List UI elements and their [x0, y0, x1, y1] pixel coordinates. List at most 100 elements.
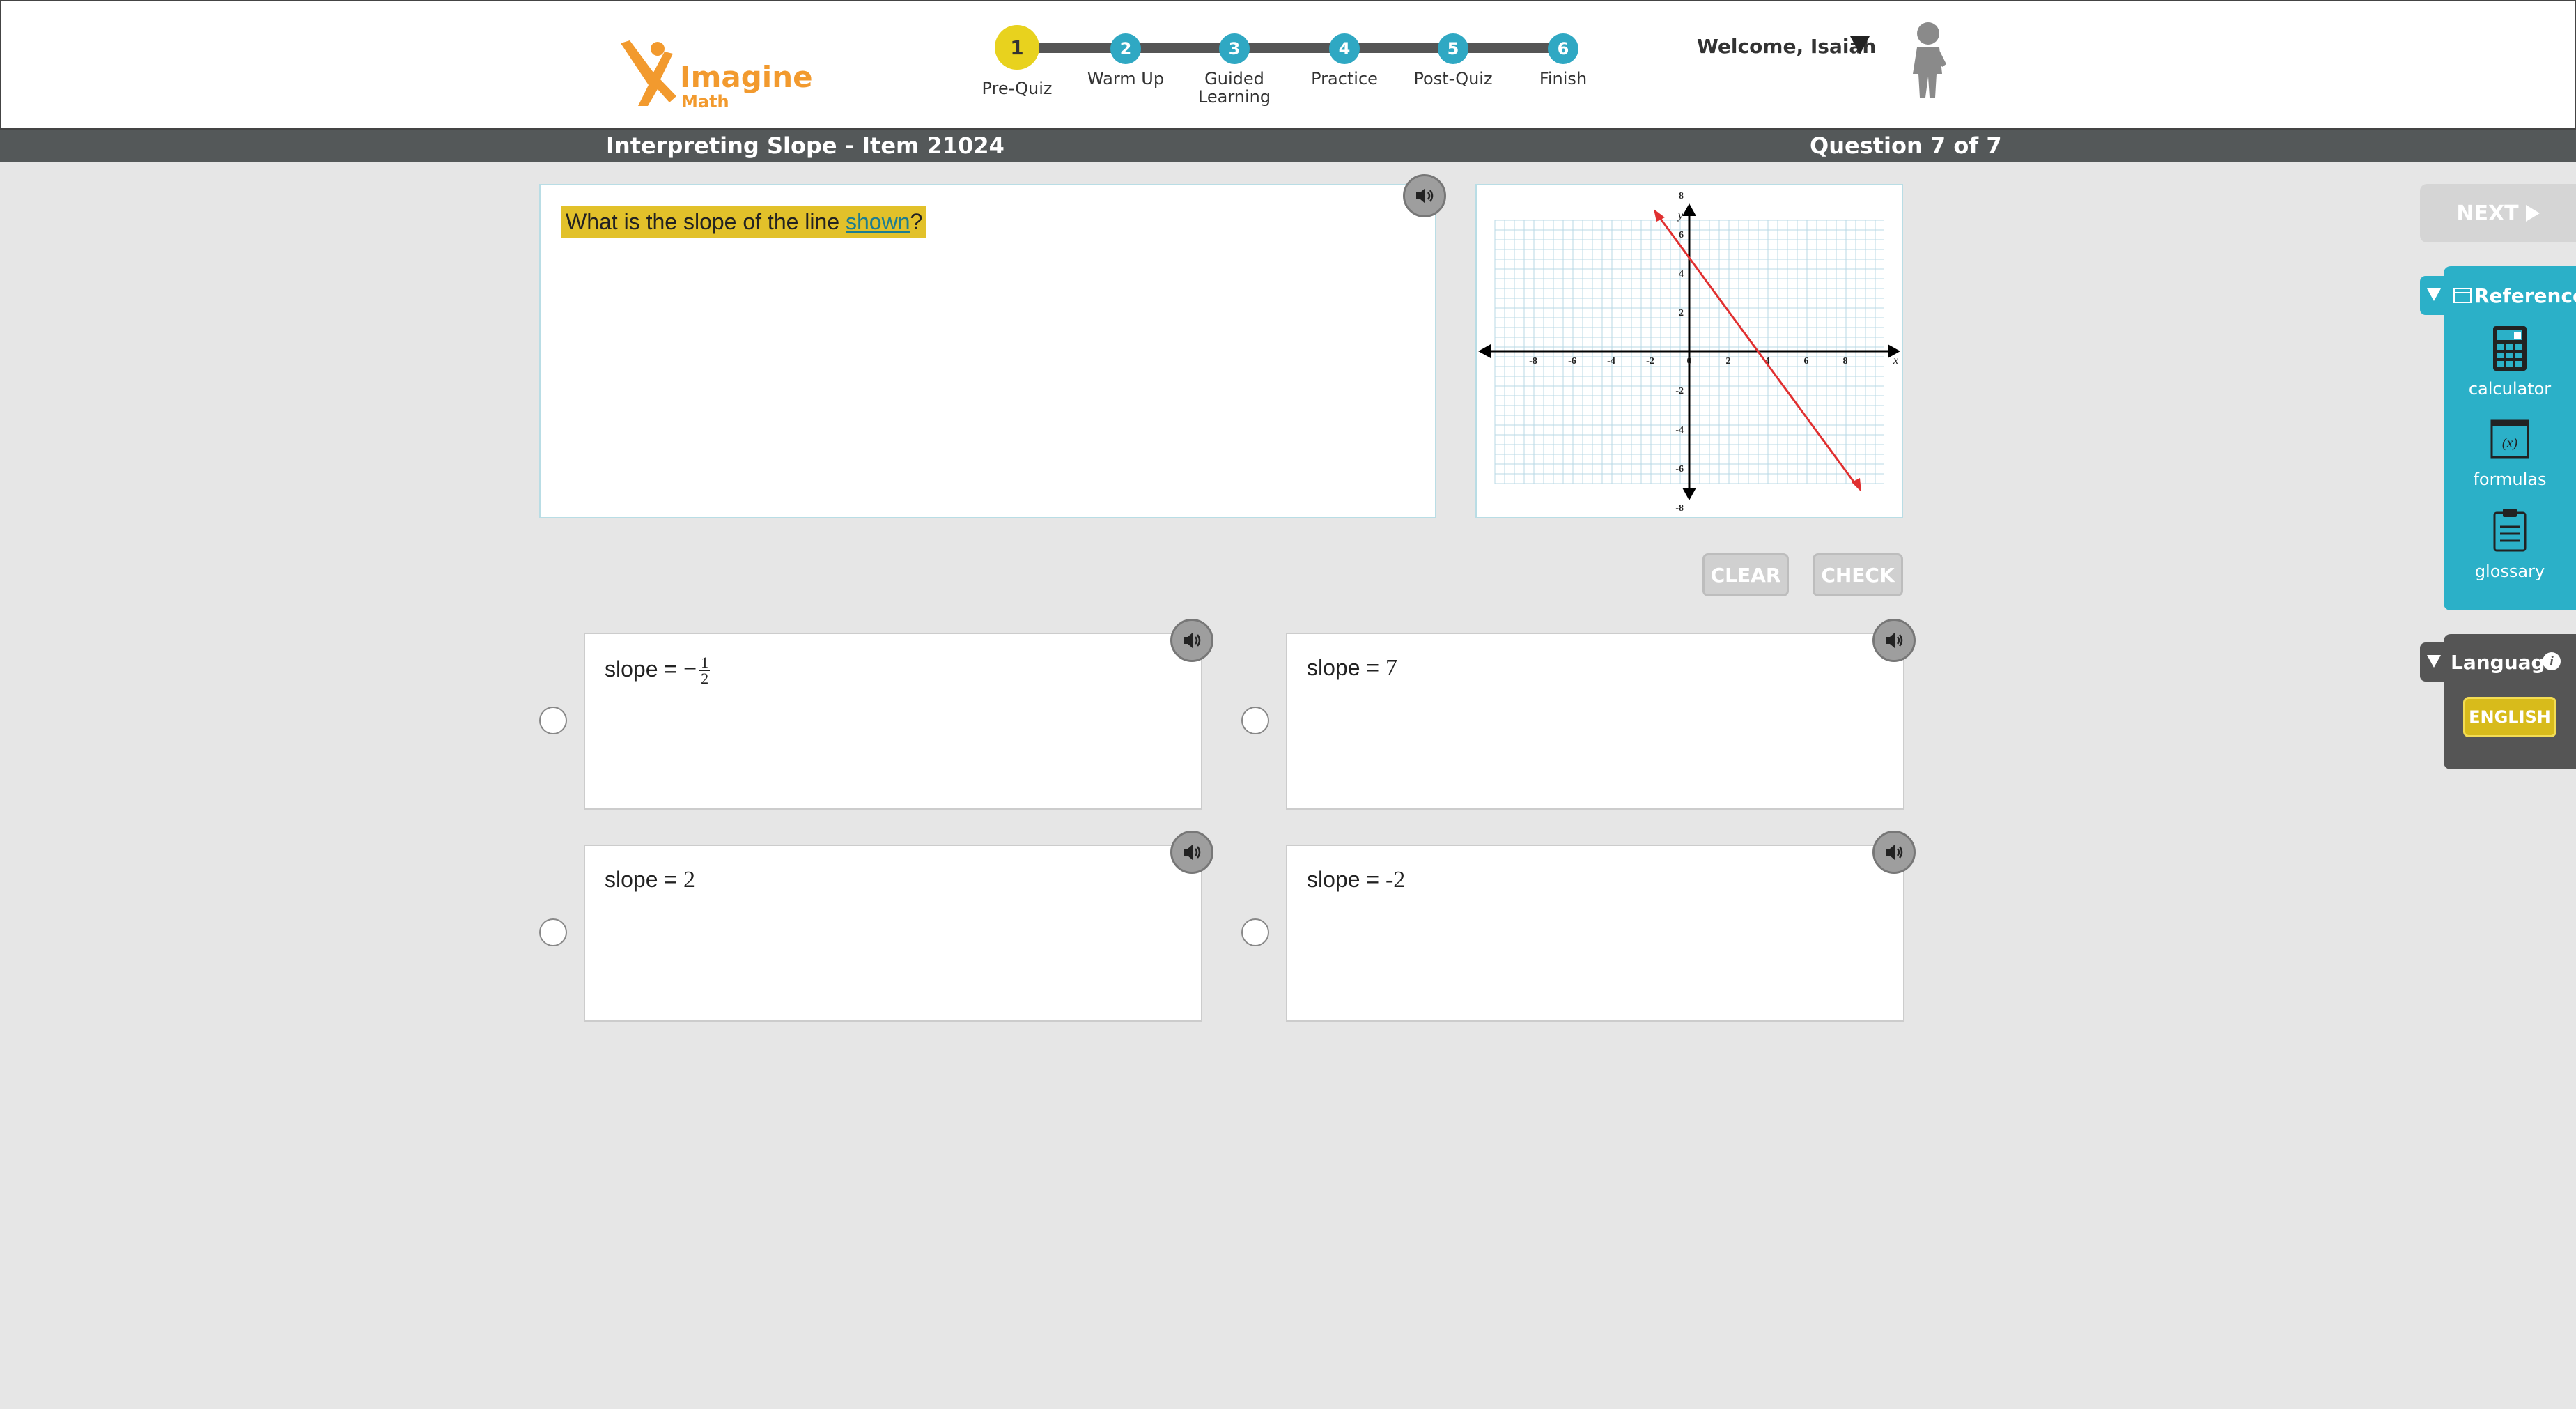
answer-prefix: slope =: [1307, 867, 1386, 892]
answer-radio-3[interactable]: [539, 918, 567, 946]
answer-choice-4[interactable]: slope = -2: [1286, 845, 1904, 1022]
x-tick-label: 0: [1687, 356, 1692, 367]
y-tick-label: 6: [1679, 230, 1684, 240]
formulas-icon: (x): [2490, 419, 2529, 459]
fraction-numerator: 1: [699, 654, 711, 671]
answer-fraction: 12: [699, 654, 711, 687]
triangle-down-icon: [2427, 655, 2441, 668]
speaker-icon: [1886, 845, 1903, 860]
logo-brand-text: Imagine: [680, 60, 813, 94]
step-number: 1: [995, 25, 1039, 70]
avatar[interactable]: [1900, 20, 1953, 102]
y-tick-label: -2: [1675, 386, 1684, 396]
glossary-label: glossary: [2474, 562, 2545, 581]
speaker-icon: [1184, 845, 1201, 860]
step-label: Finish: [1539, 69, 1588, 88]
speaker-icon: [1886, 633, 1903, 648]
language-toggle[interactable]: Language i: [2420, 642, 2576, 682]
reference-toggle[interactable]: Reference: [2420, 276, 2576, 315]
graph-line: [1655, 213, 1859, 487]
y-axis-arrow-up-icon: [1682, 203, 1696, 216]
x-tick-label: -4: [1607, 356, 1615, 367]
answer-value: 7: [1385, 655, 1397, 681]
x-tick-label: 8: [1843, 356, 1848, 367]
y-tick-label: 2: [1679, 308, 1684, 318]
clear-button[interactable]: CLEAR: [1702, 553, 1789, 596]
x-tick-label: 6: [1804, 356, 1809, 367]
clipboard-icon: [2493, 509, 2527, 552]
answer-1-audio-button[interactable]: [1170, 619, 1213, 662]
x-tick-label: -2: [1646, 356, 1654, 367]
svg-text:(x): (x): [2502, 436, 2518, 451]
play-arrow-icon: [2525, 205, 2540, 222]
answer-radio-1[interactable]: [539, 707, 567, 734]
shown-link[interactable]: shown: [846, 209, 910, 234]
glossary-tool[interactable]: glossary: [2444, 507, 2576, 581]
y-axis-label: y: [1677, 210, 1684, 222]
answer-choice-1[interactable]: slope = −1 2: [584, 633, 1202, 810]
answer-radio-4[interactable]: [1241, 918, 1269, 946]
info-icon[interactable]: i: [2543, 652, 2561, 670]
step-number: 3: [1219, 33, 1250, 64]
answer-prefix: slope =: [605, 867, 683, 892]
calculator-tool[interactable]: calculator: [2444, 325, 2576, 399]
caret-down-icon[interactable]: [1850, 36, 1870, 54]
logo-sub-text: Math: [681, 92, 729, 111]
answer-prefix: slope =: [605, 656, 683, 682]
answer-text: slope = -2: [1307, 867, 1405, 893]
speaker-icon: [1184, 633, 1201, 648]
answer-3-audio-button[interactable]: [1170, 831, 1213, 874]
question-audio-button[interactable]: [1403, 174, 1446, 217]
answer-radio-2[interactable]: [1241, 707, 1269, 734]
x-tick-label: 2: [1726, 356, 1731, 367]
x-axis-arrow-left-icon: [1478, 344, 1491, 358]
check-button[interactable]: CHECK: [1813, 553, 1903, 596]
graph-card: -8 -6 -4 -2 0 2 4 6 8 8 6 4 2 -2 -4 -6 -8 x y: [1475, 184, 1903, 518]
welcome-menu[interactable]: Welcome, Isaiah: [1697, 35, 1876, 58]
y-tick-label: -4: [1675, 425, 1684, 436]
next-button[interactable]: NEXT: [2420, 184, 2576, 242]
y-axis-arrow-down-icon: [1682, 488, 1696, 500]
coordinate-graph: -8 -6 -4 -2 0 2 4 6 88642-2-4-6-8xy: [1478, 191, 1900, 514]
fraction-denominator: 2: [701, 670, 709, 687]
top-bar: Imagine Math 1 Pre-Quiz 2 Warm Up 3 Guid…: [0, 0, 2576, 130]
progress-track: [1017, 43, 1563, 53]
y-tick-label: 4: [1679, 269, 1684, 279]
question-text-before: What is the slope of the line: [566, 209, 846, 234]
line-arrow-start-icon: [1654, 209, 1665, 222]
x-tick-label: -6: [1568, 356, 1576, 367]
answer-prefix: slope =: [1307, 655, 1386, 680]
formulas-label: formulas: [2473, 470, 2547, 489]
next-label: NEXT: [2456, 201, 2519, 226]
formulas-tool[interactable]: (x) formulas: [2444, 419, 2576, 489]
answer-value: 2: [683, 867, 695, 893]
speaker-icon: [1416, 188, 1434, 203]
reference-title: Reference: [2474, 284, 2576, 307]
x-axis-label: x: [1893, 355, 1898, 367]
answer-choice-3[interactable]: slope = 2: [584, 845, 1202, 1022]
question-counter: Question 7 of 7: [1810, 132, 2002, 159]
calculator-icon: [2493, 326, 2527, 371]
answer-text: slope = 7: [1307, 655, 1397, 682]
step-number: 2: [1110, 33, 1141, 64]
step-number: 6: [1548, 33, 1578, 64]
answer-value: -2: [1385, 867, 1406, 893]
answer-2-audio-button[interactable]: [1872, 619, 1916, 662]
title-bar: Interpreting Slope - Item 21024 Question…: [0, 130, 2576, 162]
triangle-down-icon: [2427, 288, 2441, 301]
english-button[interactable]: ENGLISH: [2463, 697, 2556, 737]
answer-sign: −: [683, 656, 697, 682]
x-tick-label: -8: [1529, 356, 1537, 367]
step-label: Guided Learning: [1197, 69, 1271, 107]
y-tick-label: -6: [1675, 464, 1684, 475]
y-tick-label: 8: [1679, 191, 1684, 201]
step-label: Warm Up: [1087, 69, 1165, 88]
answer-choice-2[interactable]: slope = 7: [1286, 633, 1904, 810]
lesson-title: Interpreting Slope - Item 21024: [606, 132, 1004, 159]
answer-4-audio-button[interactable]: [1872, 831, 1916, 874]
y-tick-label: -8: [1675, 503, 1684, 514]
step-number: 5: [1438, 33, 1468, 64]
answer-text: slope = 2: [605, 867, 695, 893]
question-prompt: What is the slope of the line shown?: [561, 206, 927, 238]
answer-text: slope = −1 2: [605, 654, 711, 687]
